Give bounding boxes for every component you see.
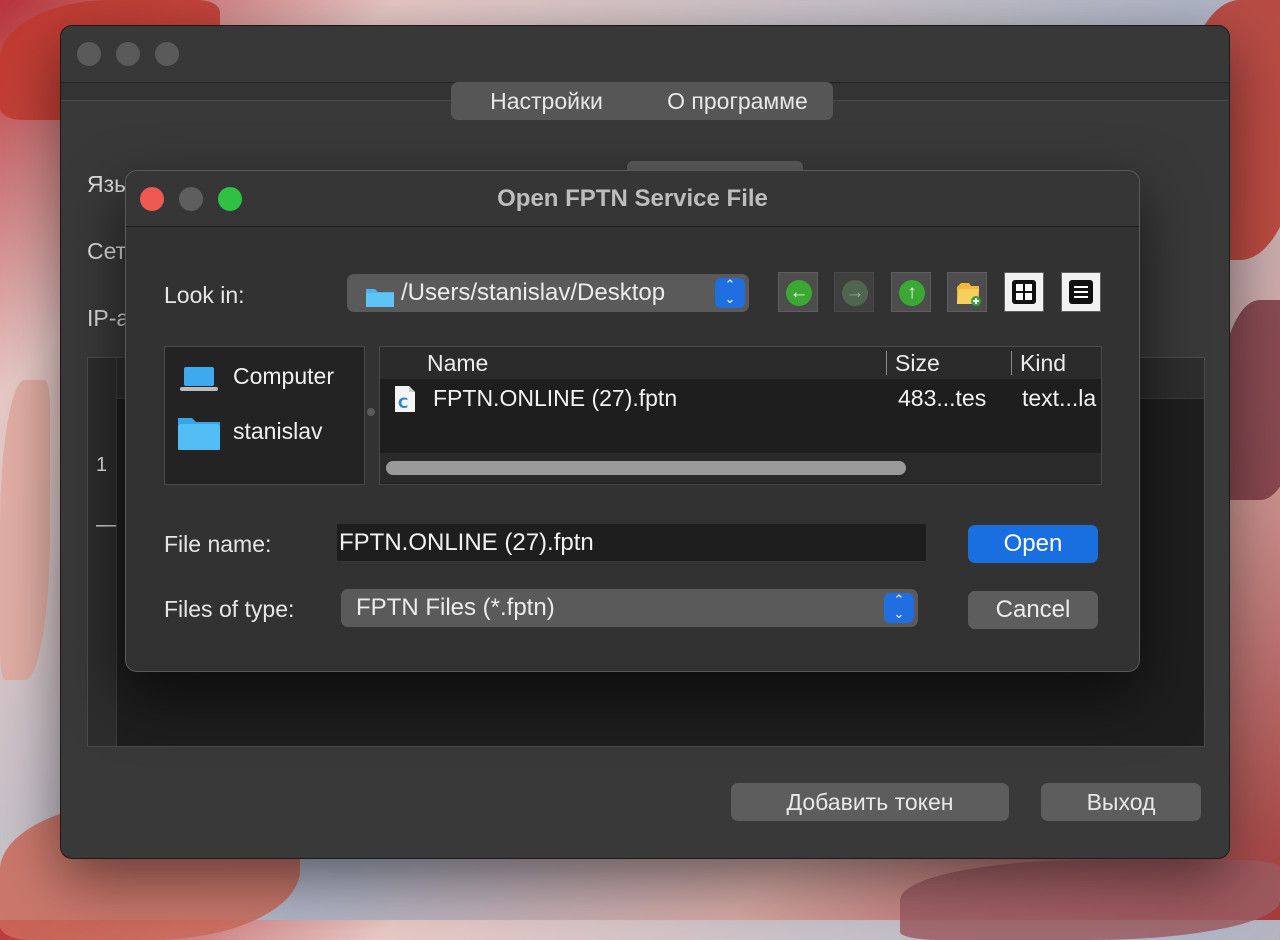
- row-number: —: [96, 514, 116, 536]
- detail-view-button[interactable]: [1061, 272, 1101, 312]
- sidebar-item-stanislav[interactable]: stanislav: [177, 412, 357, 452]
- file-kind: text...la: [1022, 385, 1097, 411]
- new-folder-button[interactable]: [947, 272, 987, 312]
- sidebar-item-label: Computer: [233, 363, 334, 389]
- close-button[interactable]: [77, 42, 101, 66]
- file-size: 483...tes: [898, 385, 987, 411]
- file-name: FPTN.ONLINE (27).fptn: [433, 385, 678, 411]
- file-type-combo[interactable]: FPTN Files (*.fptn) ⌃ ⌄: [341, 589, 918, 627]
- file-type-label: Files of type:: [164, 596, 295, 622]
- list-icon: [1069, 280, 1093, 309]
- open-file-dialog: Open FPTN Service File Look in: /Users/s…: [125, 170, 1140, 672]
- file-row[interactable]: C FPTN.ONLINE (27).fptn 483...tes text..…: [380, 381, 1101, 417]
- column-size[interactable]: Size: [895, 348, 940, 378]
- tab-about[interactable]: О программе: [642, 82, 833, 120]
- look-in-combo[interactable]: /Users/stanislav/Desktop ⌃ ⌄: [347, 274, 749, 312]
- file-type-value: FPTN Files (*.fptn): [356, 594, 555, 621]
- back-button[interactable]: ←: [778, 272, 818, 312]
- look-in-path: /Users/stanislav/Desktop: [401, 279, 666, 306]
- c-source-file-icon: C: [394, 385, 416, 418]
- look-in-label: Look in:: [164, 282, 245, 308]
- parent-dir-button[interactable]: ↑: [891, 272, 931, 312]
- new-folder-icon: [954, 279, 982, 312]
- column-divider[interactable]: [886, 351, 887, 375]
- main-titlebar: [61, 26, 1229, 83]
- tab-bar: Настройки О программе: [451, 82, 833, 120]
- horizontal-scrollbar[interactable]: [380, 453, 1101, 483]
- sidebar-item-label: stanislav: [233, 418, 323, 444]
- cancel-button[interactable]: Cancel: [968, 591, 1098, 629]
- dialog-title: Open FPTN Service File: [497, 185, 768, 212]
- arrow-right-icon: →: [842, 280, 868, 306]
- column-kind[interactable]: Kind: [1020, 348, 1066, 378]
- file-list[interactable]: Name Size Kind C FPTN.ONLINE (27).fptn 4…: [379, 346, 1102, 485]
- laptop-icon: [179, 365, 219, 398]
- row-number: 1: [96, 454, 108, 476]
- dialog-titlebar: Open FPTN Service File: [126, 171, 1139, 227]
- combo-arrows-icon: ⌃ ⌄: [715, 278, 745, 308]
- file-name-label: File name:: [164, 531, 272, 557]
- combo-arrows-icon: ⌃ ⌄: [884, 593, 914, 623]
- scrollbar-thumb[interactable]: [386, 461, 906, 475]
- arrow-left-icon: ←: [786, 280, 812, 306]
- ip-label: IP-а: [87, 305, 130, 331]
- tab-settings[interactable]: Настройки: [451, 82, 642, 120]
- column-name[interactable]: Name: [427, 348, 488, 378]
- splitter-handle[interactable]: [367, 408, 375, 416]
- folder-icon: [177, 414, 221, 457]
- file-name-input[interactable]: FPTN.ONLINE (27).fptn: [337, 524, 926, 562]
- open-button[interactable]: Open: [968, 525, 1098, 563]
- minimize-button[interactable]: [116, 42, 140, 66]
- network-label: Сет: [87, 238, 127, 264]
- icon-view-button[interactable]: [1004, 272, 1044, 312]
- forward-button[interactable]: →: [834, 272, 874, 312]
- column-divider[interactable]: [1011, 351, 1012, 375]
- row-header: 1 —: [88, 358, 117, 746]
- sidebar-item-computer[interactable]: Computer: [177, 357, 357, 397]
- grid-icon: [1012, 280, 1036, 309]
- folder-icon: [365, 282, 395, 307]
- zoom-button[interactable]: [155, 42, 179, 66]
- svg-text:C: C: [398, 396, 408, 412]
- exit-button[interactable]: Выход: [1041, 783, 1201, 821]
- arrow-up-icon: ↑: [899, 280, 925, 306]
- add-token-button[interactable]: Добавить токен: [731, 783, 1009, 821]
- file-list-header: Name Size Kind: [380, 347, 1101, 379]
- places-sidebar: Computer stanislav: [164, 346, 365, 485]
